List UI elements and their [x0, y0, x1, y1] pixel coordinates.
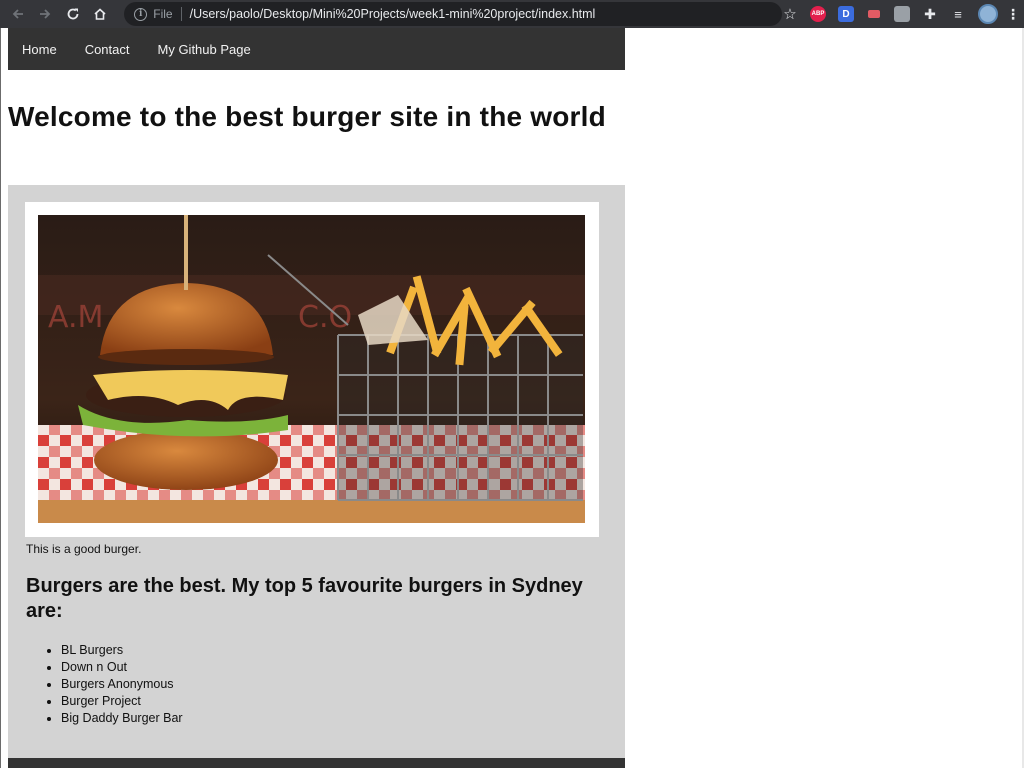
home-icon: [94, 8, 107, 20]
address-bar[interactable]: i File /Users/paolo/Desktop/Mini%20Proje…: [124, 2, 782, 26]
info-icon[interactable]: i: [134, 7, 148, 21]
list-item: Big Daddy Burger Bar: [61, 710, 183, 727]
svg-text:A.M: A.M: [48, 300, 103, 335]
list-item: Burgers Anonymous: [61, 676, 183, 693]
burger-and-fries-image: A.M C.O: [38, 215, 585, 523]
record-extension-icon[interactable]: [866, 6, 882, 22]
back-button[interactable]: [8, 4, 28, 24]
image-caption: This is a good burger.: [26, 542, 142, 556]
adblock-extension-icon[interactable]: ABP: [810, 6, 826, 22]
profile-avatar[interactable]: [978, 4, 998, 24]
forward-arrow-icon: [40, 9, 51, 19]
extension-icon[interactable]: [894, 6, 910, 22]
puzzle-icon[interactable]: ✚: [922, 6, 938, 22]
nav-github-link[interactable]: My Github Page: [158, 42, 251, 57]
address-separator: [180, 7, 182, 21]
nav-contact-link[interactable]: Contact: [85, 42, 130, 57]
site-container: Home Contact My Github Page Welcome to t…: [8, 28, 625, 768]
page-title: Welcome to the best burger site in the w…: [8, 101, 606, 132]
address-url[interactable]: /Users/paolo/Desktop/Mini%20Projects/wee…: [190, 7, 596, 21]
nav-home-link[interactable]: Home: [22, 42, 57, 57]
list-item: BL Burgers: [61, 642, 183, 659]
viewport-left-border: [0, 28, 1, 768]
menu-kebab-icon[interactable]: ⋮: [1006, 6, 1020, 22]
page-viewport: Home Contact My Github Page Welcome to t…: [0, 28, 1024, 768]
burger-photo: A.M C.O: [38, 215, 585, 523]
forward-button[interactable]: [36, 4, 56, 24]
list-item: Down n Out: [61, 659, 183, 676]
content-section: A.M C.O This is a good burger. Burgers a…: [8, 185, 625, 760]
extensions-area: ☆ ABP D ✚ ≡ ⋮: [782, 4, 1024, 24]
image-frame: A.M C.O: [25, 202, 599, 537]
footer-bar: [8, 758, 625, 768]
burger-list-heading: Burgers are the best. My top 5 favourite…: [26, 575, 583, 622]
top-navigation: Home Contact My Github Page: [8, 28, 625, 70]
d-extension-icon[interactable]: D: [838, 6, 854, 22]
browser-toolbar: i File /Users/paolo/Desktop/Mini%20Proje…: [0, 0, 1024, 28]
address-scheme: File: [153, 7, 173, 21]
burger-list: BL Burgers Down n Out Burgers Anonymous …: [61, 642, 183, 727]
home-button[interactable]: [91, 4, 111, 24]
list-item: Burger Project: [61, 693, 183, 710]
reload-button[interactable]: [63, 4, 83, 24]
reload-icon: [67, 8, 79, 20]
media-list-icon[interactable]: ≡: [950, 6, 966, 22]
back-arrow-icon: [12, 9, 23, 19]
bookmark-star-icon[interactable]: ☆: [782, 6, 798, 23]
